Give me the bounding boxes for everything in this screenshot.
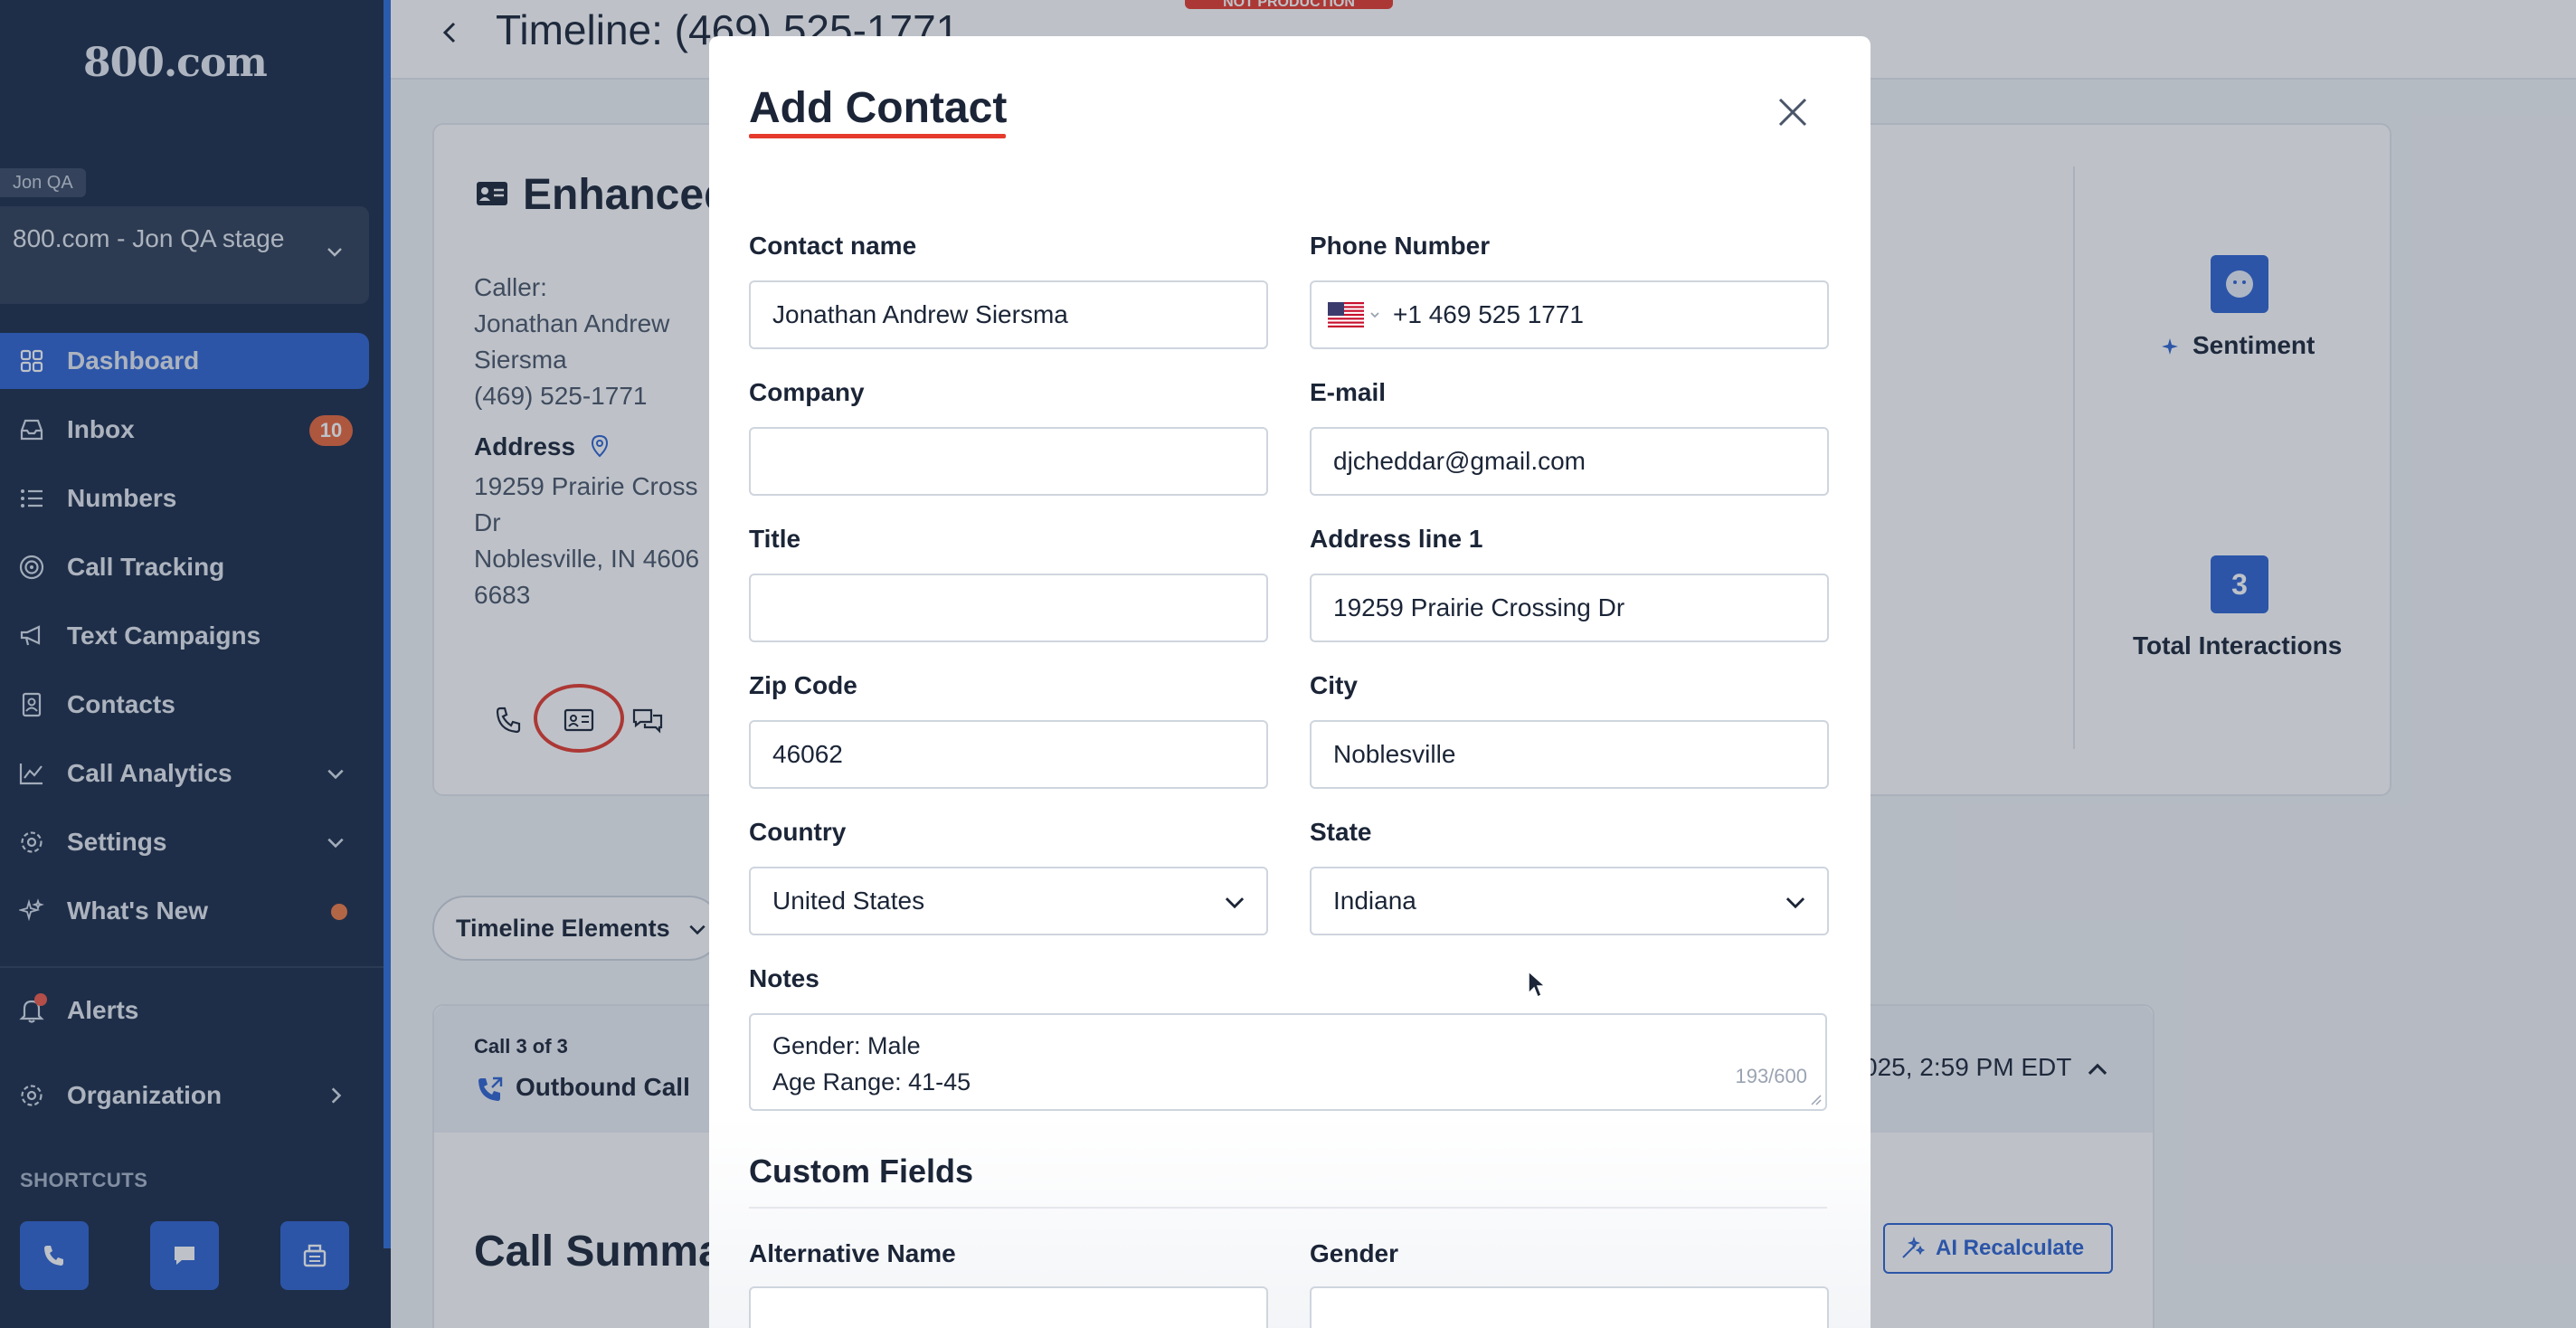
address-line-1-label: Address line 1 <box>1310 525 1483 553</box>
alternative-name-input[interactable] <box>749 1286 1268 1328</box>
modal-title: Add Contact <box>749 84 1008 132</box>
us-flag-icon[interactable] <box>1328 302 1364 327</box>
notes-label: Notes <box>749 964 819 992</box>
chevron-down-icon <box>1225 897 1245 909</box>
resize-handle-icon[interactable] <box>1809 1093 1822 1105</box>
phone-number-label: Phone Number <box>1310 232 1491 260</box>
company-label: Company <box>749 378 865 406</box>
country-value: United States <box>772 887 925 915</box>
state-value: Indiana <box>1333 887 1416 915</box>
country-select[interactable]: United States <box>749 867 1268 935</box>
custom-fields-divider <box>749 1207 1827 1209</box>
title-underline <box>749 134 1006 138</box>
notes-line: Age Range: 41-45 <box>772 1068 971 1096</box>
gender-input[interactable] <box>1310 1286 1829 1328</box>
zip-code-input[interactable]: 46062 <box>749 720 1268 789</box>
phone-number-input[interactable]: +1 469 525 1771 <box>1310 280 1829 349</box>
chevron-down-icon <box>1370 312 1379 318</box>
company-input[interactable] <box>749 427 1268 496</box>
add-contact-modal: Add Contact Contact name Jonathan Andrew… <box>709 36 1870 1328</box>
country-label: Country <box>749 818 847 846</box>
phone-number-value: +1 469 525 1771 <box>1393 300 1584 328</box>
city-input[interactable]: Noblesville <box>1310 720 1829 789</box>
title-input[interactable] <box>749 574 1268 642</box>
notes-textarea[interactable]: Gender: Male Age Range: 41-45 193/600 <box>749 1013 1827 1111</box>
custom-fields-title: Custom Fields <box>749 1153 974 1190</box>
contact-name-label: Contact name <box>749 232 917 260</box>
address-line-1-input[interactable]: 19259 Prairie Crossing Dr <box>1310 574 1829 642</box>
state-select[interactable]: Indiana <box>1310 867 1829 935</box>
chevron-down-icon <box>1785 897 1805 909</box>
contact-name-input[interactable]: Jonathan Andrew Siersma <box>749 280 1268 349</box>
gender-label: Gender <box>1310 1239 1399 1267</box>
email-input[interactable]: djcheddar@gmail.com <box>1310 427 1829 496</box>
notes-char-counter: 193/600 <box>1735 1065 1807 1087</box>
title-label: Title <box>749 525 801 553</box>
notes-line: Gender: Male <box>772 1032 921 1059</box>
zip-code-label: Zip Code <box>749 671 857 699</box>
mouse-cursor-icon <box>1528 970 1547 999</box>
alternative-name-label: Alternative Name <box>749 1239 956 1267</box>
close-icon[interactable] <box>1776 96 1809 128</box>
state-label: State <box>1310 818 1372 846</box>
email-label: E-mail <box>1310 378 1387 406</box>
city-label: City <box>1310 671 1358 699</box>
